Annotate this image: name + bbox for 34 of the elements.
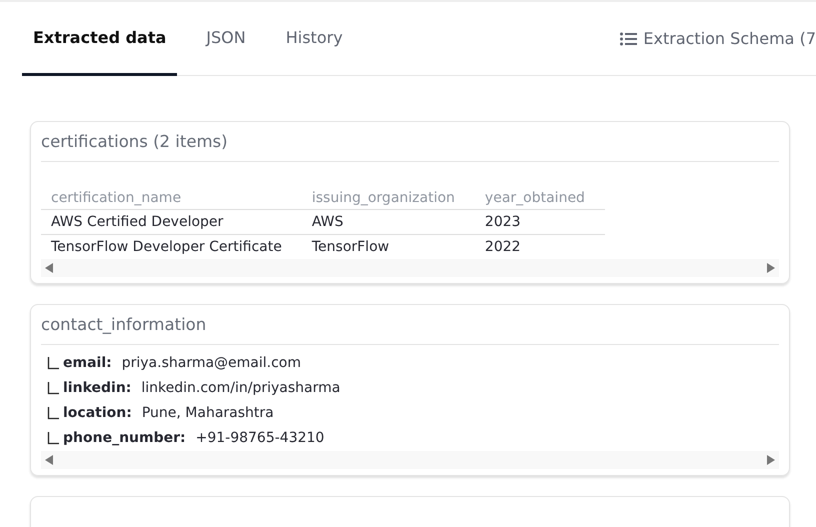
scroll-left-icon[interactable] [45,454,53,464]
list-icon [620,32,638,46]
column-header: issuing_organization [302,188,475,210]
scroll-right-icon[interactable] [767,262,775,273]
section-title: contact_information [41,312,779,344]
tab[interactable]: JSON [195,2,257,76]
scroll-left-icon[interactable] [45,262,53,273]
field-label: location: [63,404,132,422]
tree-branch-icon [47,406,59,420]
tab[interactable]: History [274,2,354,76]
table-cell: AWS [302,209,475,234]
tab[interactable]: Extracted data [22,2,178,76]
scroll-right-icon[interactable] [767,454,775,464]
field-value: linkedin.com/in/priyasharma [141,378,340,398]
field-value: +91-98765-43210 [196,428,324,448]
field-label: phone_number: [63,428,186,448]
table-cell: 2022 [474,234,605,259]
schema-button[interactable]: Extraction Schema (7 [620,2,816,75]
column-header: year_obtained [474,188,605,210]
tree-branch-icon [47,356,59,370]
table-cell: TensorFlow [302,234,475,259]
tree-branch-icon [47,382,59,394]
field-label: email: [63,354,112,372]
table-cell: 2023 [474,209,605,234]
tree-branch-icon [47,432,59,444]
field-value: Pune, Maharashtra [142,404,274,422]
field-label: linkedin: [63,378,132,398]
table-cell: AWS Certified Developer [41,209,302,234]
scrollbar[interactable] [41,258,779,277]
table-cell: TensorFlow Developer Certificate [41,234,302,259]
section-title: certifications (2 items) [41,130,779,162]
scrollbar[interactable] [41,450,779,468]
field-value: priya.sharma@email.com [122,354,302,372]
column-header: certification_name [41,188,302,210]
